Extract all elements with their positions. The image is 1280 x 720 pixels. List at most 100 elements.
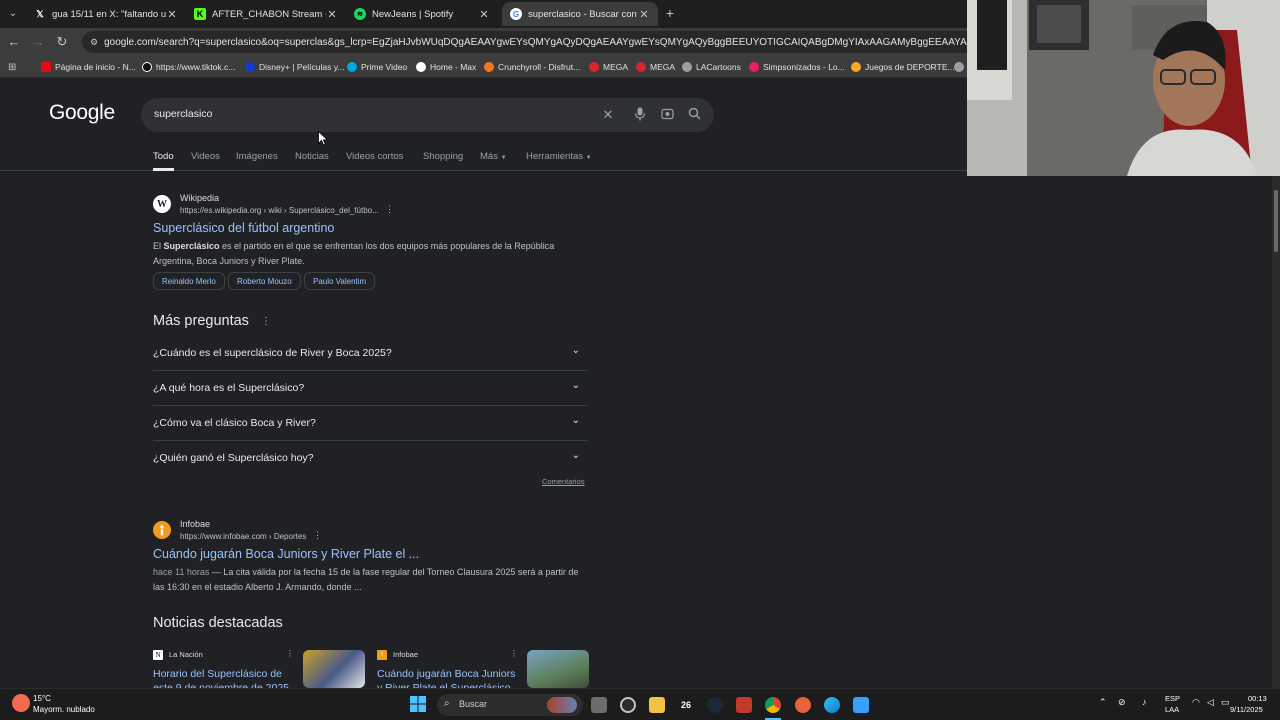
search-box[interactable]: superclasico ✕ <box>141 98 714 132</box>
tab-shopping[interactable]: Shopping <box>423 151 463 171</box>
paa-question[interactable]: ¿Cuándo es el superclásico de River y Bo… <box>153 336 588 371</box>
tab-noticias[interactable]: Noticias <box>295 151 329 171</box>
news-card[interactable]: N La Nación ⋮ Horario del Superclásico d… <box>153 648 368 688</box>
result-title-link[interactable]: Superclásico del fútbol argentino <box>153 221 334 235</box>
google-logo[interactable]: Google <box>49 101 115 125</box>
browser-tab-spotify[interactable]: ≋ NewJeans | Spotify ✕ <box>346 2 498 26</box>
language-bottom[interactable]: LAA <box>1165 705 1179 714</box>
fc26-icon[interactable]: 26 <box>678 697 694 713</box>
paa-question[interactable]: ¿Quién ganó el Superclásico hoy? ⌄ <box>153 441 588 476</box>
more-options-icon[interactable]: ⋮ <box>261 316 271 327</box>
address-bar[interactable]: ⚙ google.com/search?q=superclasico&oq=su… <box>82 31 982 53</box>
more-options-icon[interactable]: ⋮ <box>385 204 394 215</box>
language-top[interactable]: ESP <box>1165 694 1180 703</box>
edge-icon[interactable] <box>824 697 840 713</box>
browser-tab-x[interactable]: 𝕏 gua 15/11 en X: "faltando una ✕ <box>26 2 186 26</box>
chrome-icon[interactable] <box>765 697 781 713</box>
clock-date[interactable]: 9/11/2025 <box>1230 705 1263 714</box>
close-tab-icon[interactable]: ✕ <box>638 8 650 21</box>
tab-mas[interactable]: Más ▼ <box>480 151 507 171</box>
tray-overflow-icon[interactable]: ⌃ <box>1099 697 1107 708</box>
bookmark-netflix[interactable]: Página de inicio - N... <box>41 60 136 74</box>
reload-icon[interactable]: ↻ <box>54 34 70 50</box>
close-tab-icon[interactable]: ✕ <box>478 8 490 21</box>
tab-videos-cortos[interactable]: Videos cortos <box>346 151 403 171</box>
news-source: La Nación <box>169 650 203 659</box>
lens-camera-icon[interactable] <box>659 107 675 123</box>
game-launcher-icon[interactable] <box>736 697 752 713</box>
bookmark-lacartoons[interactable]: LACartoons <box>682 60 741 74</box>
microphone-icon[interactable] <box>632 107 648 123</box>
chip-paulo-valentim[interactable]: Paulo Valentim <box>304 272 376 290</box>
chevron-down-icon: ⌄ <box>571 415 580 426</box>
new-tab-button[interactable]: + <box>662 5 678 21</box>
bookmark-max[interactable]: Home - Max <box>416 60 476 74</box>
news-carousel: N La Nación ⋮ Horario del Superclásico d… <box>153 648 593 688</box>
bookmark-crunchyroll[interactable]: Crunchyroll - Disfrut... <box>484 60 580 74</box>
address-text: google.com/search?q=superclasico&oq=supe… <box>104 36 982 48</box>
volume-icon[interactable]: ◁ <box>1207 697 1214 708</box>
steam-icon[interactable] <box>707 697 723 713</box>
tab-search-chevron-icon[interactable]: ⌄ <box>5 6 21 22</box>
bookmark-juegos[interactable]: Juegos de DEPORTE... <box>851 60 955 74</box>
chip-roberto-mouzo[interactable]: Roberto Mouzo <box>228 272 301 290</box>
clear-icon[interactable]: ✕ <box>600 107 616 123</box>
bookmark-mega-2[interactable]: MEGA <box>636 60 675 74</box>
microphone-app-icon[interactable] <box>795 697 811 713</box>
bookmark-globe[interactable] <box>954 60 968 74</box>
scrollbar-thumb[interactable] <box>1274 190 1278 252</box>
result-url[interactable]: https://es.wikipedia.org › wiki › Superc… <box>180 206 379 215</box>
file-explorer-icon[interactable] <box>649 697 665 713</box>
task-view-icon[interactable] <box>591 697 607 713</box>
search-input[interactable]: superclasico <box>154 108 212 120</box>
weather-desc[interactable]: Mayorm. nublado <box>33 705 95 714</box>
tab-imagenes[interactable]: Imágenes <box>236 151 278 171</box>
apps-grid-icon[interactable]: ⊞ <box>8 60 16 74</box>
notepad-icon[interactable] <box>853 697 869 713</box>
tab-herramientas[interactable]: Herramientas ▼ <box>526 151 592 171</box>
tab-title: AFTER_CHABON Stream - Watch <box>212 8 326 20</box>
page-scrollbar[interactable] <box>1272 176 1280 688</box>
paa-question[interactable]: ¿A qué hora es el Superclásico? ⌄ <box>153 371 588 406</box>
close-tab-icon[interactable]: ✕ <box>166 8 178 21</box>
taskbar-search-box[interactable]: ⌕ Buscar <box>437 694 583 716</box>
clock-time[interactable]: 00:13 <box>1248 694 1267 703</box>
more-options-icon[interactable]: ⋮ <box>313 530 322 541</box>
bookmark-label: LACartoons <box>696 62 741 72</box>
tab-videos[interactable]: Videos <box>191 151 220 171</box>
snippet-bold: Superclásico <box>163 241 220 251</box>
bookmark-simpsonizados[interactable]: Simpsonizados - Lo... <box>749 60 845 74</box>
chip-reinaldo-merlo[interactable]: Reinaldo Merlo <box>153 272 225 290</box>
browser-tab-kick[interactable]: K AFTER_CHABON Stream - Watch ✕ <box>186 2 346 26</box>
windows-start-icon[interactable] <box>410 696 426 717</box>
news-card[interactable]: i Infobae ⋮ Cuándo jugarán Boca Juniors … <box>377 648 592 688</box>
result-site-name[interactable]: Wikipedia <box>180 193 219 203</box>
result-site-name[interactable]: Infobae <box>180 519 210 529</box>
weather-temp[interactable]: 15°C <box>33 694 51 703</box>
site-info-icon[interactable]: ⚙ <box>90 37 98 48</box>
forward-arrow-icon[interactable]: → <box>30 34 46 50</box>
close-tab-icon[interactable]: ✕ <box>326 8 338 21</box>
microphone-tray-icon[interactable]: ♪ <box>1142 697 1147 707</box>
chatgpt-icon[interactable] <box>620 697 636 713</box>
simpsonizados-icon <box>749 62 759 72</box>
browser-tab-google[interactable]: G superclasico - Buscar con Goog ✕ <box>502 2 658 26</box>
paa-question-text: ¿Cuándo es el superclásico de River y Bo… <box>153 347 392 359</box>
search-icon[interactable] <box>686 107 702 123</box>
result-title-link[interactable]: Cuándo jugarán Boca Juniors y River Plat… <box>153 547 419 561</box>
tab-todo[interactable]: Todo <box>153 151 174 171</box>
battery-icon[interactable]: ▭ <box>1221 697 1230 708</box>
paa-question[interactable]: ¿Cómo va el clásico Boca y River? ⌄ <box>153 406 588 441</box>
bookmark-tiktok[interactable]: https://www.tiktok.c... <box>142 60 235 74</box>
weather-icon[interactable] <box>12 694 30 712</box>
more-options-icon[interactable]: ⋮ <box>286 649 294 658</box>
back-arrow-icon[interactable]: ← <box>6 34 22 50</box>
bookmark-prime-video[interactable]: Prime Video <box>347 60 407 74</box>
feedback-link[interactable]: Comentarios <box>542 477 585 486</box>
wifi-icon[interactable]: ◠ <box>1192 697 1200 708</box>
more-options-icon[interactable]: ⋮ <box>510 649 518 658</box>
bookmark-disney[interactable]: Disney+ | Películas y... <box>245 60 344 74</box>
result-url[interactable]: https://www.infobae.com › Deportes <box>180 532 306 541</box>
bookmark-mega-1[interactable]: MEGA <box>589 60 628 74</box>
network-off-icon[interactable]: ⊘ <box>1118 697 1126 708</box>
